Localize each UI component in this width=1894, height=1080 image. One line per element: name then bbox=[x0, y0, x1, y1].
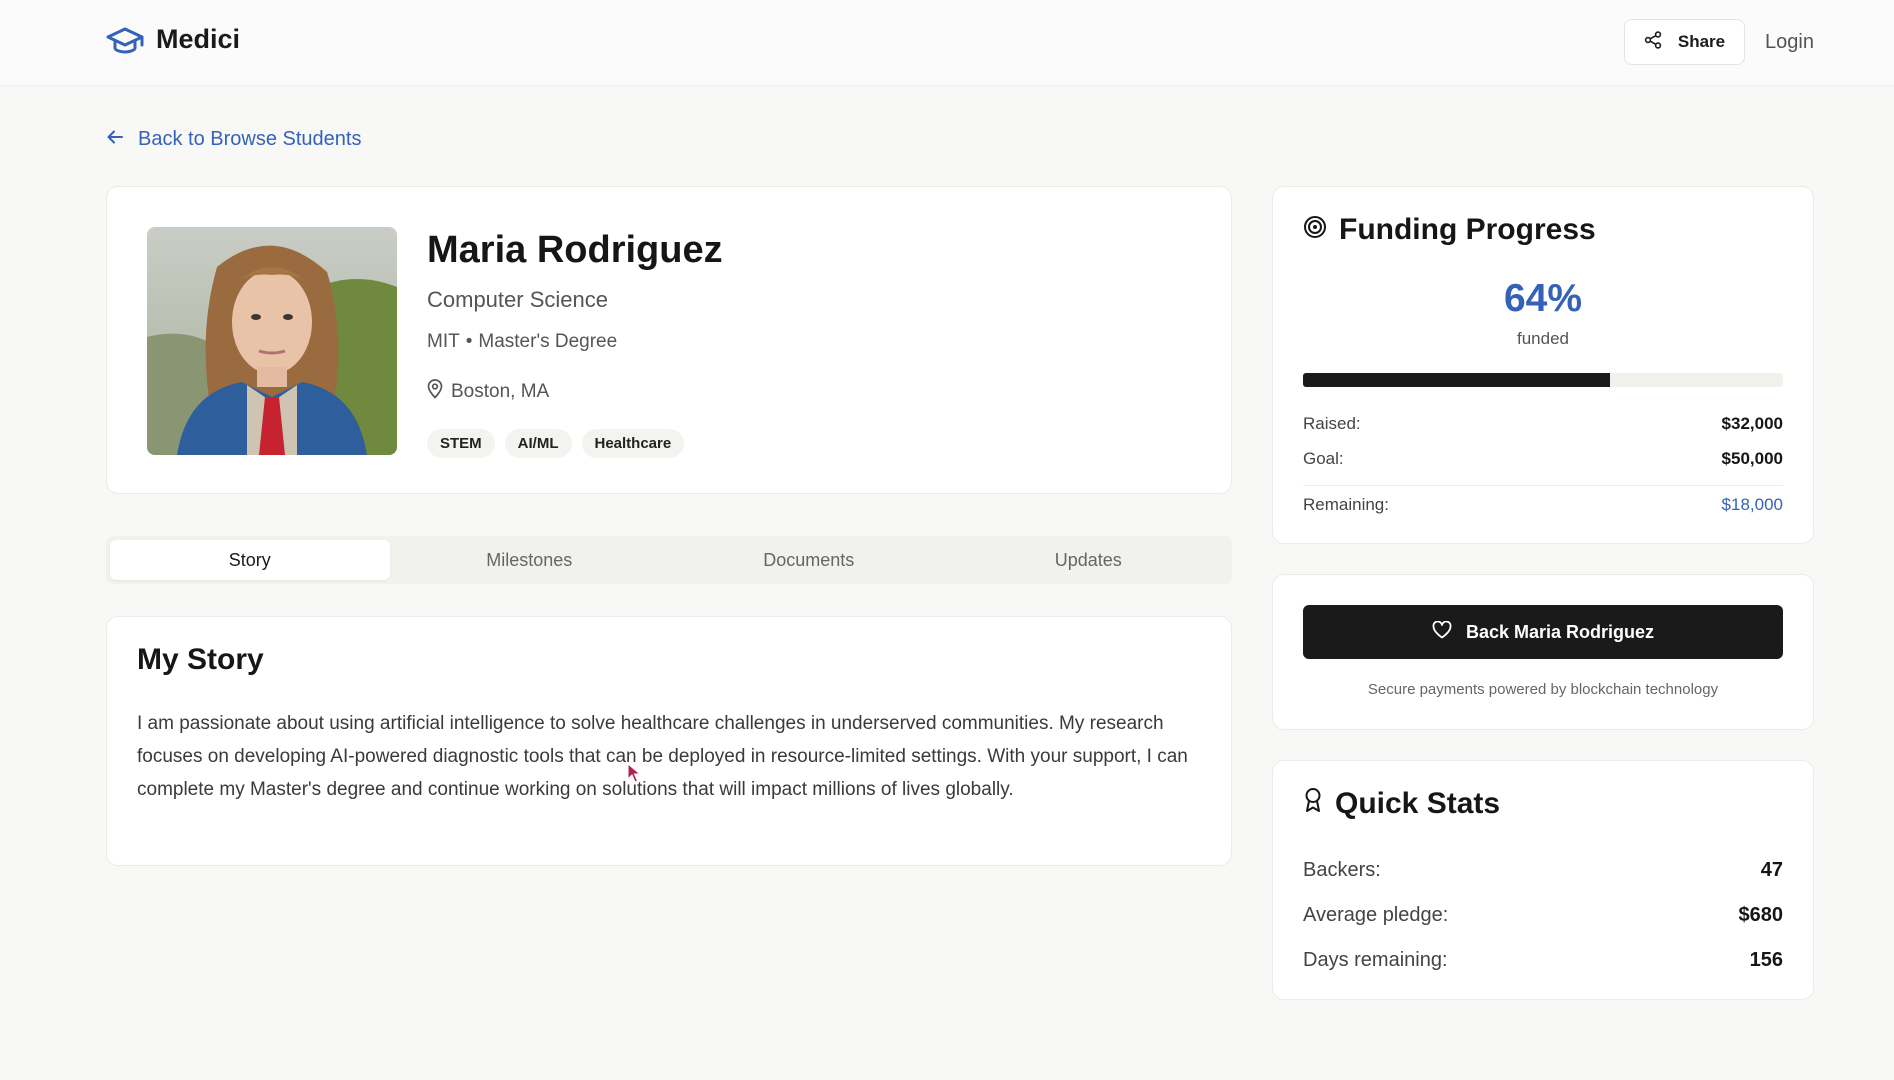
funding-progress-card: Funding Progress 64% funded Raised: $32,… bbox=[1272, 186, 1814, 544]
average-pledge-value: $680 bbox=[1738, 904, 1784, 926]
map-pin-icon bbox=[427, 379, 443, 405]
backers-value: 47 bbox=[1760, 859, 1783, 881]
login-link[interactable]: Login bbox=[1765, 31, 1814, 54]
quick-stats-title: Quick Stats bbox=[1303, 787, 1500, 821]
back-student-button[interactable]: Back Maria Rodriguez bbox=[1303, 605, 1783, 659]
raised-row: Raised: $32,000 bbox=[1303, 414, 1783, 434]
student-school: MIT bbox=[427, 331, 460, 352]
funding-progress-bar bbox=[1303, 373, 1783, 387]
student-tags: STEM AI/ML Healthcare bbox=[427, 429, 685, 458]
tag-badge: AI/ML bbox=[504, 429, 572, 458]
brand-name: Medici bbox=[156, 24, 241, 54]
student-major: Computer Science bbox=[427, 287, 608, 312]
back-to-browse-link[interactable]: Back to Browse Students bbox=[106, 128, 361, 151]
remaining-label: Remaining: bbox=[1303, 495, 1389, 514]
funding-progress-fill bbox=[1303, 373, 1611, 387]
story-card: My Story I am passionate about using art… bbox=[106, 616, 1232, 866]
heart-icon bbox=[1432, 620, 1452, 644]
student-name: Maria Rodriguez bbox=[427, 229, 723, 271]
days-remaining-value: 156 bbox=[1749, 949, 1783, 971]
tab-story[interactable]: Story bbox=[110, 540, 390, 580]
tag-badge: STEM bbox=[427, 429, 495, 458]
share-button[interactable]: Share bbox=[1624, 19, 1745, 65]
funding-divider bbox=[1303, 485, 1783, 486]
share-icon bbox=[1644, 30, 1662, 54]
quick-stats-card: Quick Stats Backers: 47 Average pledge: … bbox=[1272, 760, 1814, 1000]
remaining-row: Remaining: $18,000 bbox=[1303, 495, 1783, 515]
story-text: I am passionate about using artificial i… bbox=[137, 713, 1188, 800]
backers-label: Backers: bbox=[1303, 859, 1381, 881]
funding-title: Funding Progress bbox=[1303, 213, 1596, 247]
top-nav: Medici Share Login bbox=[0, 0, 1894, 86]
back-link-label: Back to Browse Students bbox=[138, 128, 362, 150]
student-profile-card: Maria Rodriguez Computer Science MIT • M… bbox=[106, 186, 1232, 494]
brand-logo[interactable]: Medici bbox=[106, 24, 240, 55]
student-degree: Master's Degree bbox=[478, 331, 618, 352]
remaining-value: $18,000 bbox=[1721, 495, 1783, 514]
days-remaining-row: Days remaining: 156 bbox=[1303, 949, 1783, 972]
student-location: Boston, MA bbox=[427, 379, 549, 405]
student-photo bbox=[147, 227, 397, 455]
student-school-degree: MIT • Master's Degree bbox=[427, 331, 617, 353]
raised-label: Raised: bbox=[1303, 414, 1361, 433]
backers-row: Backers: 47 bbox=[1303, 859, 1783, 882]
average-pledge-label: Average pledge: bbox=[1303, 904, 1449, 926]
arrow-left-icon bbox=[106, 128, 124, 151]
funded-label: funded bbox=[1517, 329, 1569, 348]
story-title: My Story bbox=[137, 643, 264, 676]
tab-updates[interactable]: Updates bbox=[949, 540, 1229, 580]
goal-label: Goal: bbox=[1303, 449, 1344, 468]
separator-dot: • bbox=[465, 331, 473, 352]
award-icon bbox=[1303, 787, 1323, 821]
profile-tabs: Story Milestones Documents Updates bbox=[106, 536, 1232, 584]
average-pledge-row: Average pledge: $680 bbox=[1303, 904, 1783, 927]
tab-milestones[interactable]: Milestones bbox=[390, 540, 670, 580]
quick-stats-title-text: Quick Stats bbox=[1335, 787, 1501, 820]
goal-row: Goal: $50,000 bbox=[1303, 449, 1783, 469]
funding-title-text: Funding Progress bbox=[1339, 213, 1596, 246]
back-student-card: Back Maria Rodriguez Secure payments pow… bbox=[1272, 574, 1814, 730]
target-icon bbox=[1303, 213, 1327, 247]
mouse-cursor-icon bbox=[627, 762, 642, 788]
location-text: Boston, MA bbox=[451, 381, 550, 402]
tag-badge: Healthcare bbox=[581, 429, 685, 458]
secure-payment-note: Secure payments powered by blockchain te… bbox=[1367, 681, 1719, 698]
funded-percent: 64% bbox=[1503, 277, 1583, 320]
days-remaining-label: Days remaining: bbox=[1303, 949, 1448, 971]
raised-value: $32,000 bbox=[1721, 414, 1783, 433]
back-button-label: Back Maria Rodriguez bbox=[1465, 621, 1655, 642]
graduation-cap-icon bbox=[106, 26, 144, 54]
tab-documents[interactable]: Documents bbox=[669, 540, 949, 580]
share-label: Share bbox=[1677, 32, 1726, 51]
goal-value: $50,000 bbox=[1721, 449, 1783, 468]
